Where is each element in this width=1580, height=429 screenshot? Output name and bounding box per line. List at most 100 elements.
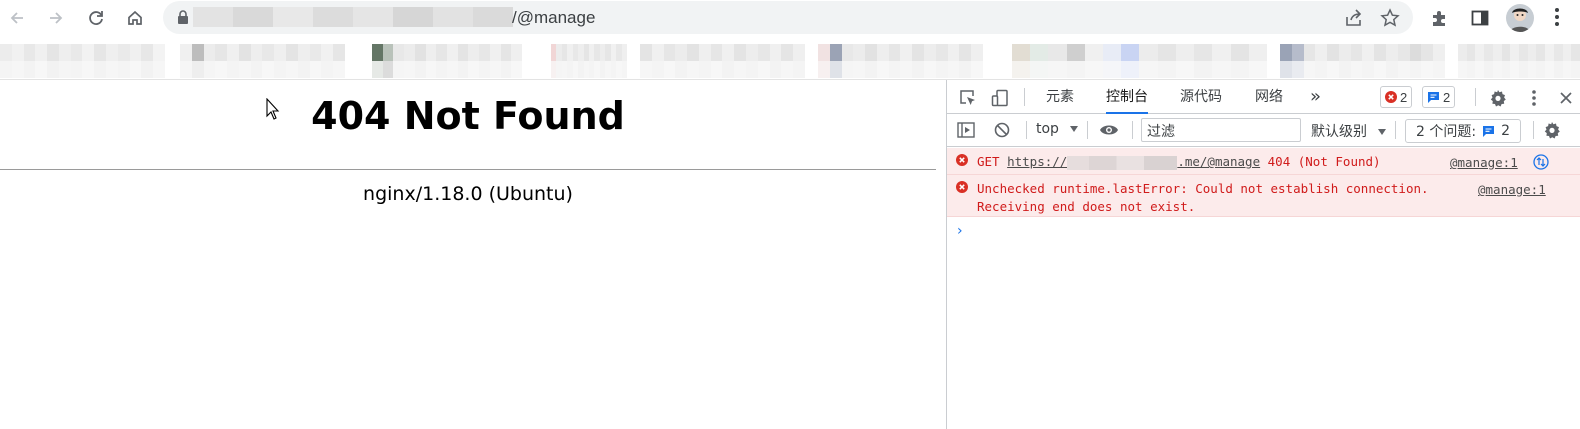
kebab-menu-icon	[1532, 90, 1536, 106]
bookmark-item[interactable]	[1012, 44, 1267, 78]
error-icon	[1385, 91, 1397, 103]
console-error-row[interactable]: Unchecked runtime.lastError: Could not e…	[947, 175, 1580, 217]
console-prompt[interactable]: ›	[957, 223, 963, 239]
bookmark-item[interactable]	[640, 44, 805, 78]
message-icon	[1428, 92, 1439, 103]
live-expression-button[interactable]	[1098, 119, 1120, 141]
redacted-host	[193, 7, 513, 27]
bookmark-item[interactable]	[372, 44, 522, 78]
bookmark-item[interactable]	[0, 44, 165, 78]
error-count: 2	[1400, 89, 1408, 105]
server-signature: nginx/1.18.0 (Ubuntu)	[363, 183, 573, 205]
url-suffix: .me/@manage	[1177, 154, 1261, 169]
tab-elements[interactable]: 元素	[1046, 80, 1074, 114]
error-icon	[956, 181, 968, 193]
reload-button[interactable]	[83, 5, 109, 31]
bookmark-item[interactable]	[1280, 44, 1445, 78]
console-message-line-2: Receiving end does not exist.	[977, 199, 1196, 214]
response-status: 404 (Not Found)	[1267, 154, 1381, 169]
inspect-element-button[interactable]	[957, 87, 979, 109]
bookmark-item[interactable]	[551, 44, 627, 78]
dropdown-arrow-icon	[1070, 126, 1079, 132]
tab-sources[interactable]: 源代码	[1180, 80, 1222, 114]
back-button[interactable]	[4, 5, 30, 31]
devtools-menu-button[interactable]	[1523, 87, 1545, 109]
separator	[1087, 121, 1088, 139]
console-filter-bar: top 过滤 默认级别 2 个问题: 2	[947, 114, 1580, 147]
issues-count: 2	[1501, 123, 1510, 139]
issues-button[interactable]: 2 个问题: 2	[1405, 119, 1521, 143]
request-method: GET	[977, 154, 1000, 169]
network-request-icon[interactable]	[1533, 154, 1549, 170]
url-prefix: https://	[1007, 154, 1068, 169]
side-panel-icon	[1471, 10, 1489, 26]
device-icon	[991, 89, 1008, 107]
bookmark-item[interactable]	[1458, 44, 1580, 78]
error-icon	[956, 154, 968, 166]
divider	[0, 169, 936, 170]
source-link[interactable]: @manage:1	[1450, 155, 1518, 170]
close-icon	[1560, 92, 1572, 104]
clear-console-button[interactable]	[991, 119, 1013, 141]
bookmark-item[interactable]	[180, 44, 345, 78]
log-level-select[interactable]: 默认级别	[1311, 121, 1387, 141]
separator	[1475, 88, 1476, 106]
console-settings-button[interactable]	[1541, 119, 1563, 141]
separator	[1395, 121, 1396, 139]
browser-toolbar: /@manage	[0, 0, 1580, 36]
page-title: 404 Not Found	[311, 94, 625, 138]
console-message-text: GET https:// .me/@manage 404 (Not Found)	[977, 154, 1381, 170]
devtools-panel: 元素 控制台 源代码 网络 » 2 2 top 过滤 默认级别 2 个问题: 2…	[946, 80, 1580, 429]
side-panel-button[interactable]	[1468, 6, 1492, 30]
redacted-host	[1067, 155, 1178, 170]
tab-console[interactable]: 控制台	[1106, 80, 1148, 114]
filter-input[interactable]: 过滤	[1141, 118, 1301, 142]
reload-icon	[89, 11, 103, 25]
separator	[1026, 121, 1027, 139]
request-url[interactable]: https:// .me/@manage	[1007, 154, 1261, 170]
puzzle-icon	[1433, 11, 1445, 26]
more-tabs-button[interactable]: »	[1310, 80, 1321, 114]
sidebar-toggle-icon	[957, 122, 975, 138]
arrow-left-icon	[10, 12, 23, 24]
address-bar[interactable]: /@manage	[163, 1, 1413, 34]
separator	[1533, 121, 1534, 139]
separator	[1024, 88, 1025, 106]
block-icon	[994, 122, 1010, 138]
gear-icon	[1544, 122, 1560, 139]
device-toolbar-button[interactable]	[989, 87, 1011, 109]
extensions-button[interactable]	[1428, 6, 1452, 30]
inspect-icon	[960, 90, 975, 105]
message-counter[interactable]: 2	[1422, 86, 1456, 108]
star-icon[interactable]	[1380, 8, 1400, 28]
bookmark-item[interactable]	[818, 44, 983, 78]
console-error-row[interactable]: GET https://.me/@manage 404 (Not Found) …	[947, 148, 1580, 175]
separator	[1132, 121, 1133, 139]
gear-icon	[1490, 90, 1506, 107]
home-icon	[128, 10, 142, 25]
forward-button[interactable]	[43, 5, 69, 31]
eye-icon	[1100, 125, 1118, 135]
context-select[interactable]: top	[1036, 121, 1079, 137]
context-select-value: top	[1036, 121, 1059, 137]
avatar[interactable]	[1506, 4, 1534, 32]
share-icon[interactable]	[1344, 8, 1364, 28]
lock-icon[interactable]	[177, 10, 189, 24]
log-level-value: 默认级别	[1311, 124, 1367, 140]
error-counter[interactable]: 2	[1380, 86, 1413, 108]
message-count: 2	[1443, 89, 1451, 105]
settings-button[interactable]	[1487, 87, 1509, 109]
arrow-right-icon	[50, 12, 63, 24]
console-message-line-1: Unchecked runtime.lastError: Could not e…	[977, 181, 1429, 196]
issues-label: 2 个问题:	[1416, 124, 1477, 140]
close-devtools-button[interactable]	[1555, 87, 1577, 109]
toggle-sidebar-button[interactable]	[955, 119, 977, 141]
devtools-tabbar: 元素 控制台 源代码 网络 » 2 2	[947, 80, 1580, 114]
bookmarks-bar	[0, 44, 1580, 78]
source-link[interactable]: @manage:1	[1478, 182, 1546, 197]
home-button[interactable]	[122, 5, 148, 31]
tab-network[interactable]: 网络	[1255, 80, 1283, 114]
kebab-menu-icon[interactable]	[1554, 7, 1560, 27]
mouse-cursor-icon	[266, 98, 280, 120]
dropdown-arrow-icon	[1378, 129, 1387, 135]
